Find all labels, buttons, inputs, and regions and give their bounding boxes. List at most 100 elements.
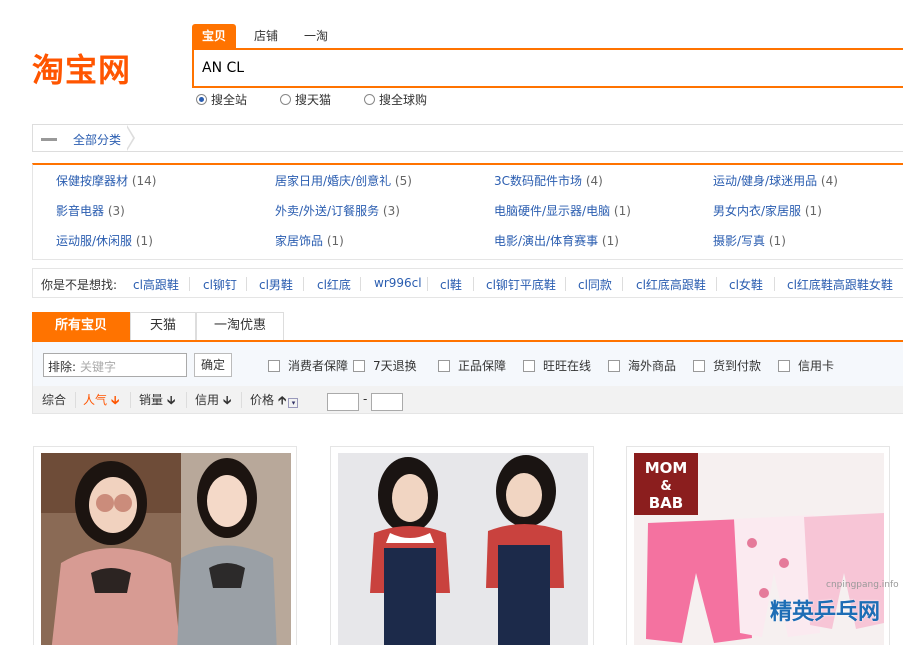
tab-tmall[interactable]: 天猫 (130, 312, 196, 340)
taobao-logo[interactable]: 淘宝网 (32, 50, 131, 90)
tab-all-items[interactable]: 所有宝贝 (32, 312, 130, 340)
filter-checkbox[interactable]: 旺旺在线 (523, 357, 591, 374)
suggestion-link[interactable]: cl红底鞋高跟鞋女鞋 (787, 276, 893, 293)
category-link[interactable]: 影音电器 (3) (56, 203, 125, 219)
category-link[interactable]: 摄影/写真 (1) (713, 233, 786, 249)
arrow-down-icon: 🡳 (166, 393, 176, 407)
divider (241, 392, 242, 408)
search-box (192, 48, 903, 88)
divider (473, 277, 474, 291)
suggestion-link[interactable]: cl铆钉 (203, 276, 237, 293)
exclude-label: 排除: (48, 360, 77, 374)
product-card[interactable] (330, 446, 594, 645)
category-link[interactable]: 家居饰品 (1) (275, 233, 344, 249)
category-link[interactable]: 电脑硬件/显示器/电脑 (1) (494, 203, 631, 219)
suggestion-label: 你是不是想找: (41, 278, 118, 292)
radio-checked-icon (196, 94, 207, 105)
checkbox-icon (693, 360, 705, 372)
filter-checkbox[interactable]: 消费者保障 (268, 357, 348, 374)
search-tab-yitao[interactable]: 一淘 (294, 24, 338, 48)
dropdown-icon[interactable]: ▾ (288, 398, 299, 408)
checkbox-icon (353, 360, 365, 372)
category-link[interactable]: 外卖/外送/订餐服务 (3) (275, 203, 400, 219)
search-tab-shops[interactable]: 店铺 (244, 24, 288, 48)
category-grid: 保健按摩器材 (14) 居家日用/婚庆/创意礼 (5) 3C数码配件市场 (4)… (32, 163, 903, 260)
breadcrumb-all-categories[interactable]: 全部分类 (73, 131, 121, 148)
product-card[interactable] (33, 446, 297, 645)
search-tab-items[interactable]: 宝贝 (192, 24, 237, 48)
suggestion-link[interactable]: cl红底 (317, 276, 351, 293)
arrow-down-icon: 🡳 (110, 393, 120, 407)
brand-line1: MOM (645, 459, 688, 477)
sort-price[interactable]: 价格 🡱 ▾ (250, 386, 299, 414)
scope-radio-tmall[interactable]: 搜天猫 (280, 92, 331, 108)
suggestion-bar: 你是不是想找: cl高跟鞋 cl铆钉 cl男鞋 cl红底 wr996cl cl鞋… (32, 268, 903, 298)
filter-checkbox[interactable]: 7天退换 (353, 357, 417, 374)
divider (565, 277, 566, 291)
arrow-down-icon: 🡳 (222, 393, 232, 407)
divider (246, 277, 247, 291)
watermark-url: cnpingpang.info (826, 580, 899, 590)
brand-line2: & (660, 479, 671, 494)
product-image[interactable] (338, 453, 588, 645)
radio-icon (280, 94, 291, 105)
breadcrumb: 全部分类 (32, 124, 903, 152)
scope-radio-global[interactable]: 搜全球购 (364, 92, 427, 108)
divider (774, 277, 775, 291)
divider (75, 392, 76, 408)
category-link[interactable]: 运动/健身/球迷用品 (4) (713, 173, 838, 189)
category-link[interactable]: 运动服/休闲服 (1) (56, 233, 153, 249)
suggestion-link[interactable]: cl男鞋 (259, 276, 293, 293)
category-link[interactable]: 电影/演出/体育赛事 (1) (494, 233, 619, 249)
filter-checkbox[interactable]: 正品保障 (438, 357, 506, 374)
scope-label: 搜天猫 (295, 93, 332, 107)
scope-radio-all[interactable]: 搜全站 (196, 92, 247, 108)
checkbox-icon (438, 360, 450, 372)
price-min-input[interactable] (327, 393, 359, 411)
category-link[interactable]: 保健按摩器材 (14) (56, 173, 156, 189)
divider (189, 277, 190, 291)
sort-popularity[interactable]: 人气 🡳 (83, 386, 119, 414)
divider (427, 277, 428, 291)
suggestion-link[interactable]: cl红底高跟鞋 (636, 276, 706, 293)
confirm-button[interactable]: 确定 (194, 353, 232, 377)
divider (130, 392, 131, 408)
brand-line3: BAB (649, 494, 683, 512)
minus-icon[interactable] (41, 138, 57, 141)
suggestion-link[interactable]: cl鞋 (440, 276, 462, 293)
filter-checkbox[interactable]: 信用卡 (778, 357, 834, 374)
divider (360, 277, 361, 291)
checkbox-icon (523, 360, 535, 372)
divider (303, 277, 304, 291)
suggestion-link[interactable]: cl女鞋 (729, 276, 763, 293)
arrow-up-icon: 🡱 (277, 393, 287, 407)
exclude-field[interactable]: 排除: 关键字 (43, 353, 187, 377)
exclude-input[interactable]: 关键字 (80, 358, 116, 375)
category-link[interactable]: 居家日用/婚庆/创意礼 (5) (275, 173, 412, 189)
product-image[interactable] (41, 453, 291, 645)
sort-sales[interactable]: 销量 🡳 (139, 386, 175, 414)
sort-bar: 综合 人气 🡳 销量 🡳 信用 🡳 价格 🡱 ▾ - (32, 386, 903, 414)
suggestion-link[interactable]: wr996cl (374, 276, 422, 290)
filter-checkbox[interactable]: 海外商品 (608, 357, 676, 374)
category-link[interactable]: 男女内衣/家居服 (1) (713, 203, 822, 219)
divider (186, 392, 187, 408)
search-input[interactable] (194, 50, 903, 86)
divider (622, 277, 623, 291)
suggestion-link[interactable]: cl铆钉平底鞋 (486, 276, 556, 293)
filter-checkbox[interactable]: 货到付款 (693, 357, 761, 374)
scope-label: 搜全球购 (379, 93, 428, 107)
divider (716, 277, 717, 291)
suggestion-link[interactable]: cl高跟鞋 (133, 276, 179, 293)
chevron-fill (126, 126, 133, 150)
category-link[interactable]: 3C数码配件市场 (4) (494, 173, 603, 189)
sort-credit[interactable]: 信用 🡳 (195, 386, 231, 414)
suggestion-link[interactable]: cl同款 (578, 276, 612, 293)
sort-default[interactable]: 综合 (42, 386, 66, 414)
tab-yitao-deals[interactable]: 一淘优惠 (196, 312, 284, 340)
watermark-logo: 精英乒乓网 (770, 600, 881, 625)
checkbox-icon (608, 360, 620, 372)
price-dash: - (363, 392, 368, 406)
price-max-input[interactable] (371, 393, 403, 411)
scope-label: 搜全站 (211, 93, 248, 107)
